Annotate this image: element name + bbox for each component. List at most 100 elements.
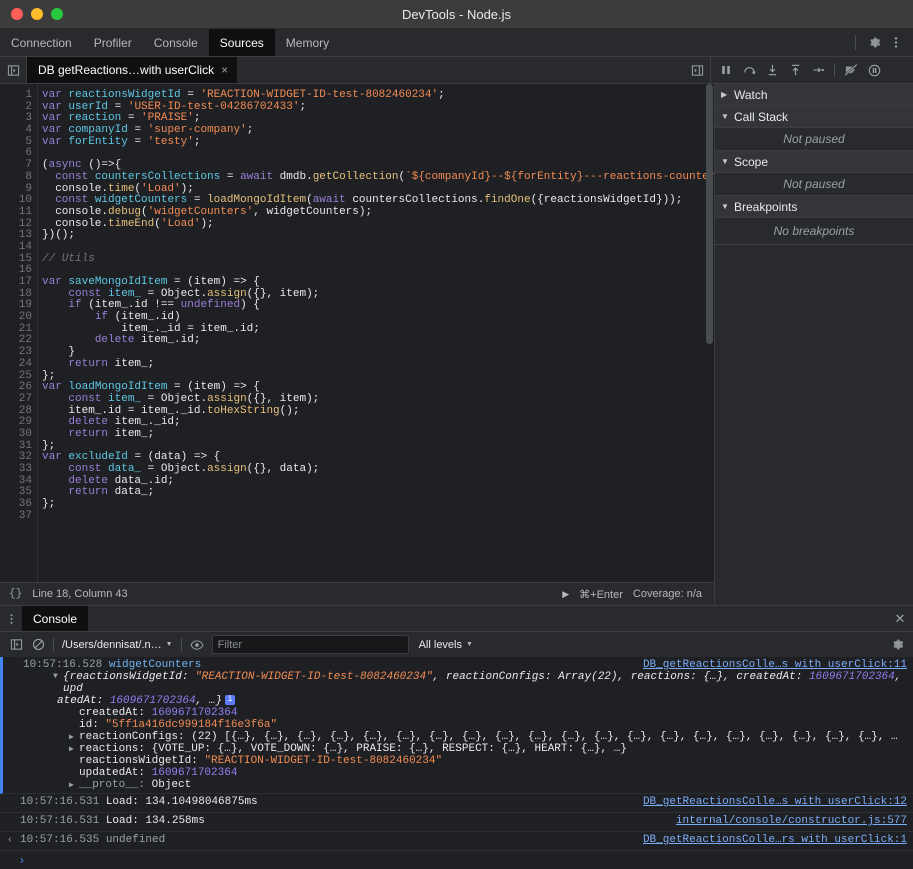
step-out-icon[interactable] bbox=[784, 59, 806, 81]
call-stack-body: Not paused bbox=[715, 128, 913, 151]
chevron-right-icon[interactable]: ▶ bbox=[69, 780, 74, 790]
code-line: var saveMongoIdItem = (item) => { bbox=[42, 276, 260, 288]
property-value: "5ff1a416dc999184f16e3f6a" bbox=[105, 719, 278, 731]
console-source-link[interactable]: DB_getReactionsColle…s with userClick:11 bbox=[643, 659, 907, 671]
show-navigator-icon[interactable] bbox=[0, 57, 27, 83]
property-key: reactions: bbox=[79, 743, 146, 755]
step-icon[interactable] bbox=[807, 59, 829, 81]
sources-main-area: 1 2 3 4 5 6 7 8 9 10 11 12 13 14 15 16 17 18 19 20 21 22 23 24 2… bbox=[0, 84, 913, 605]
console-row-content: 10:57:16.528 widgetCounters ▼ {reactionsWi… bbox=[23, 659, 913, 791]
tab-strip-spacer bbox=[340, 29, 849, 56]
pane-header-scope[interactable]: ▼ Scope bbox=[715, 151, 913, 173]
tab-memory[interactable]: Memory bbox=[275, 29, 340, 56]
execution-context-label: /Users/dennisat/.n… bbox=[62, 638, 162, 651]
pause-on-exceptions-icon[interactable] bbox=[863, 59, 885, 81]
pane-header-breakpoints[interactable]: ▼ Breakpoints bbox=[715, 196, 913, 218]
console-prompt[interactable]: › bbox=[0, 851, 913, 869]
filter-input[interactable]: Filter bbox=[211, 635, 409, 654]
chevron-right-icon[interactable]: ▶ bbox=[69, 744, 74, 754]
line-number: 36 bbox=[18, 498, 32, 511]
console-object-property[interactable]: id: "5ff1a416dc999184f16e3f6a" bbox=[23, 719, 909, 731]
line-number: 8 bbox=[25, 170, 32, 183]
console-source-link[interactable]: DB_getReactionsColle…rs with userClick:1 bbox=[643, 834, 907, 846]
close-icon[interactable]: × bbox=[221, 64, 228, 76]
line-number: 4 bbox=[25, 124, 32, 137]
status-right: ▶ ⌘+Enter Coverage: n/a bbox=[562, 588, 714, 601]
scope-body: Not paused bbox=[715, 173, 913, 196]
console-log-row[interactable]: 10:57:16.531 Load: 134.258ms internal/con… bbox=[0, 813, 913, 832]
sidebar-filler bbox=[715, 245, 913, 605]
tab-profiler[interactable]: Profiler bbox=[83, 29, 143, 56]
divider bbox=[180, 637, 182, 652]
coverage-status[interactable]: Coverage: n/a bbox=[633, 588, 702, 600]
console-object-property[interactable]: reactionsWidgetId: "REACTION-WIDGET-ID-t… bbox=[23, 755, 909, 767]
console-source-link[interactable]: internal/console/constructor.js:577 bbox=[676, 815, 907, 827]
maximize-window-button[interactable] bbox=[51, 8, 63, 20]
debugger-toolbar bbox=[710, 57, 913, 83]
live-expression-icon[interactable] bbox=[186, 634, 208, 656]
console-source-link[interactable]: DB_getReactionsColle…s with userClick:12 bbox=[643, 796, 907, 808]
console-group-message[interactable]: 10:57:16.528 widgetCounters ▼ {reactionsWi… bbox=[0, 657, 913, 794]
property-value: (22) [{…}, {…}, {…}, {…}, {…}, {…}, {…},… bbox=[191, 731, 898, 743]
editor-tab-db-getreactions[interactable]: DB getReactions…with userClick × bbox=[27, 57, 238, 83]
drawer-tab-console[interactable]: Console bbox=[22, 606, 89, 631]
chevron-right-icon[interactable]: ▶ bbox=[69, 732, 74, 742]
pane-header-call-stack[interactable]: ▼ Call Stack bbox=[715, 106, 913, 128]
tab-sources[interactable]: Sources bbox=[208, 29, 275, 56]
window-title: DevTools - Node.js bbox=[401, 6, 512, 22]
tab-connection[interactable]: Connection bbox=[0, 29, 83, 56]
execution-context-selector[interactable]: /Users/dennisat/.n… ▼ bbox=[58, 639, 177, 651]
property-value: Object bbox=[151, 779, 192, 791]
code-area[interactable]: var reactionsWidgetId = 'REACTION-WIDGET… bbox=[38, 84, 714, 582]
chevron-down-icon: ▼ bbox=[721, 157, 729, 166]
tab-console[interactable]: Console bbox=[143, 29, 209, 56]
console-object-property[interactable]: ▶ __proto__: Object bbox=[23, 779, 909, 791]
run-shortcut: ⌘+Enter bbox=[579, 588, 623, 601]
gear-icon[interactable] bbox=[864, 33, 884, 53]
deactivate-breakpoints-icon[interactable] bbox=[840, 59, 862, 81]
property-key: __proto__: bbox=[79, 779, 146, 791]
property-key: updatedAt: bbox=[79, 767, 146, 779]
code-line: var forEntity = 'testy'; bbox=[42, 135, 201, 148]
info-badge[interactable]: i bbox=[225, 695, 236, 706]
close-window-button[interactable] bbox=[11, 8, 23, 20]
code-line: if (item_.id) bbox=[94, 311, 181, 324]
editor-scrollbar-thumb[interactable] bbox=[706, 84, 713, 344]
console-object-property[interactable]: ▶ reactionConfigs: (22) [{…}, {…}, {…}, {… bbox=[23, 731, 909, 743]
console-sidebar-icon[interactable] bbox=[5, 634, 27, 656]
divider bbox=[855, 35, 856, 50]
console-object-property[interactable]: updatedAt: 1609671702364 bbox=[23, 767, 909, 779]
cursor-position: Line 18, Column 43 bbox=[32, 588, 128, 600]
minimize-window-button[interactable] bbox=[31, 8, 43, 20]
step-into-icon[interactable] bbox=[761, 59, 783, 81]
pause-resume-icon[interactable] bbox=[715, 59, 737, 81]
console-output[interactable]: 10:57:16.528 widgetCounters ▼ {reactionsWi… bbox=[0, 657, 913, 851]
line-number: 30 bbox=[18, 427, 32, 440]
kebab-menu-icon[interactable] bbox=[886, 33, 906, 53]
code-editor[interactable]: 1 2 3 4 5 6 7 8 9 10 11 12 13 14 15 16 17 18 19 20 21 22 23 24 2… bbox=[0, 84, 714, 582]
clear-console-icon[interactable] bbox=[27, 634, 49, 656]
gear-icon[interactable] bbox=[886, 634, 908, 656]
log-level-selector[interactable]: All levels ▼ bbox=[419, 639, 473, 651]
close-icon[interactable]: ✕ bbox=[887, 606, 913, 631]
console-toolbar: /Users/dennisat/.n… ▼ Filter All levels … bbox=[0, 631, 913, 657]
kebab-menu-icon[interactable] bbox=[0, 606, 22, 631]
pane-header-watch[interactable]: ▶ Watch bbox=[715, 84, 913, 106]
chevron-down-icon[interactable]: ▼ bbox=[53, 672, 58, 681]
console-object-property[interactable]: ▶ reactions: {VOTE_UP: {…}, VOTE_DOWN: {…… bbox=[23, 743, 909, 755]
console-object-property[interactable]: createdAt: 1609671702364 bbox=[23, 707, 909, 719]
line-number: 33 bbox=[18, 463, 32, 475]
run-icon[interactable]: ▶ bbox=[562, 589, 569, 600]
step-over-icon[interactable] bbox=[738, 59, 760, 81]
console-result-row[interactable]: ‹ 10:57:16.535 undefined DB_getReactionsCo… bbox=[0, 832, 913, 851]
line-number: 1 bbox=[25, 89, 32, 101]
code-line: var companyId = 'super-company'; bbox=[42, 124, 254, 137]
show-debugger-sidebar-icon[interactable] bbox=[684, 57, 710, 83]
console-object-preview[interactable]: ▼ {reactionsWidgetId: "REACTION-WIDGET-ID… bbox=[23, 671, 909, 695]
pretty-print-icon[interactable]: {} bbox=[9, 588, 22, 600]
console-timestamp: 10:57:16.535 bbox=[20, 834, 100, 846]
console-log-row[interactable]: 10:57:16.531 Load: 134.10498046875ms DB_g… bbox=[0, 794, 913, 813]
editor-scrollbar[interactable] bbox=[705, 84, 714, 582]
